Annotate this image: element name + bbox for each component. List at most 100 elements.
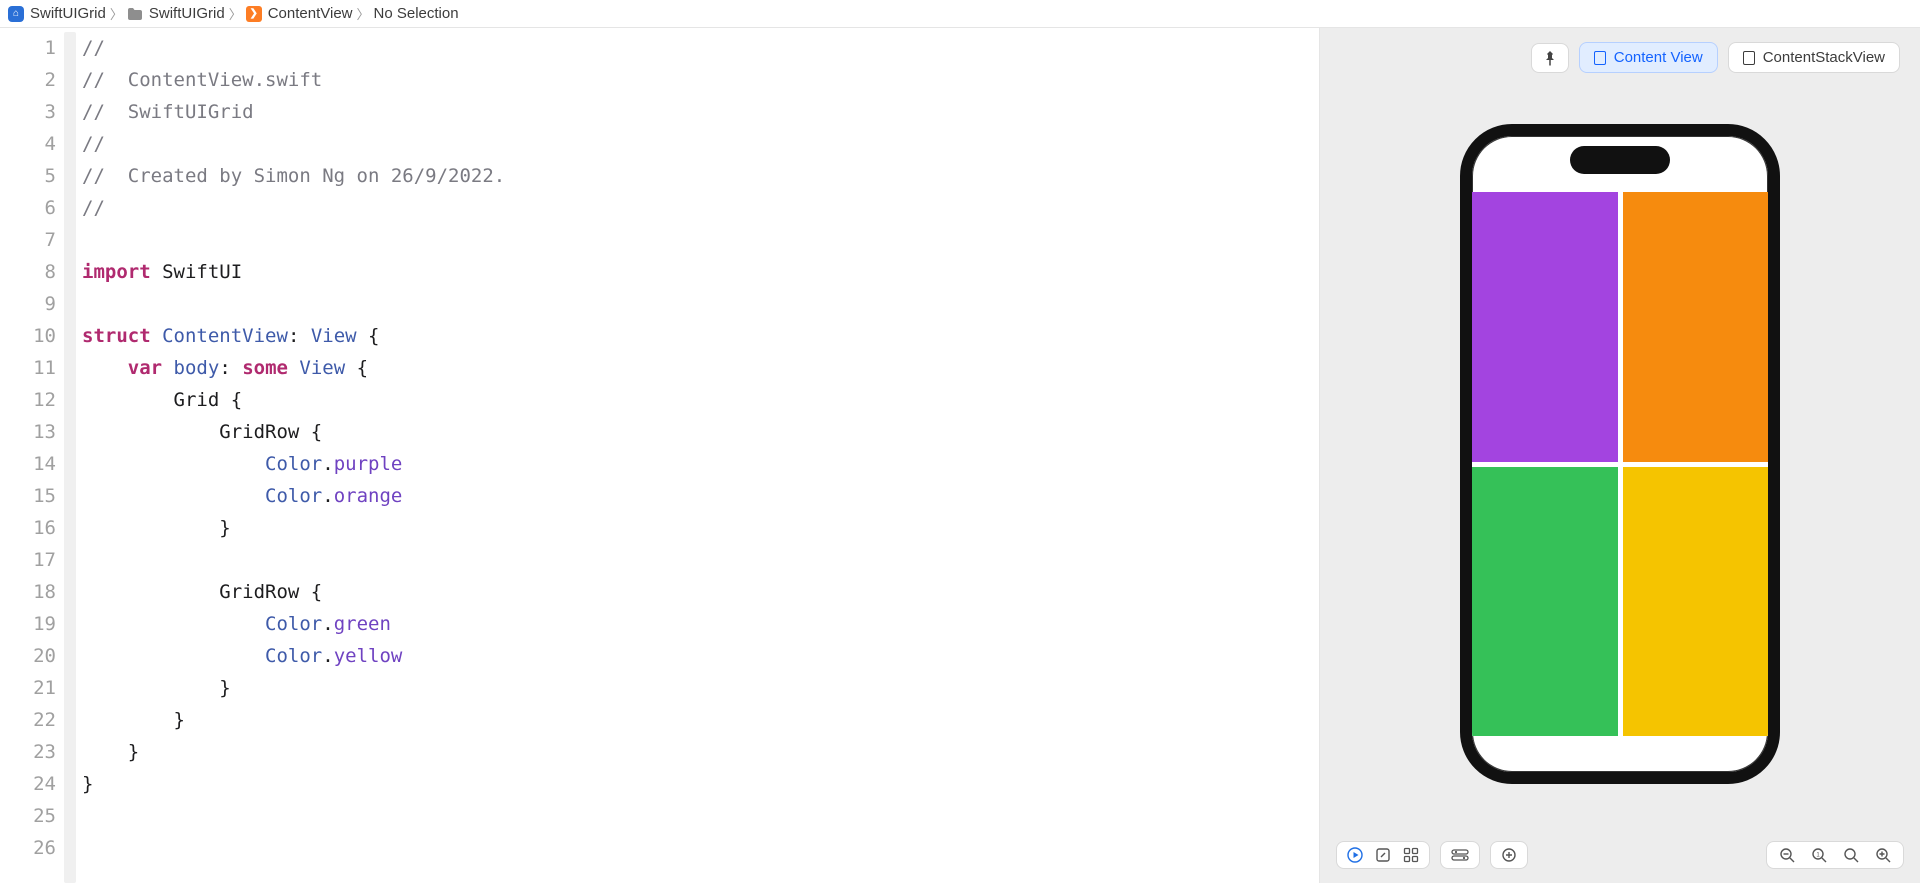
line-number: 22 <box>0 704 56 736</box>
code-line[interactable]: // Created by Simon Ng on 26/9/2022. <box>82 160 1319 192</box>
line-number: 18 <box>0 576 56 608</box>
swift-file-icon: ❯ <box>246 6 262 22</box>
line-number: 3 <box>0 96 56 128</box>
code-line[interactable]: GridRow { <box>82 576 1319 608</box>
line-number: 11 <box>0 352 56 384</box>
workspace: 1234567891011121314151617181920212223242… <box>0 28 1920 883</box>
line-number: 4 <box>0 128 56 160</box>
code-line[interactable]: Color.purple <box>82 448 1319 480</box>
breadcrumb: ⌂ SwiftUIGrid 〉 SwiftUIGrid 〉 ❯ ContentV… <box>0 0 1920 28</box>
breadcrumb-folder[interactable]: SwiftUIGrid <box>127 5 225 22</box>
preview-tab-content-stack-view[interactable]: ContentStackView <box>1728 42 1900 73</box>
line-number: 1 <box>0 32 56 64</box>
breadcrumb-file-label: ContentView <box>268 5 353 22</box>
document-icon <box>1594 51 1606 65</box>
code-line[interactable]: // ContentView.swift <box>82 64 1319 96</box>
code-line[interactable]: } <box>82 672 1319 704</box>
code-line[interactable] <box>82 800 1319 832</box>
line-number: 6 <box>0 192 56 224</box>
line-number: 14 <box>0 448 56 480</box>
code-line[interactable]: GridRow { <box>82 416 1319 448</box>
code-line[interactable]: } <box>82 512 1319 544</box>
play-icon[interactable] <box>1347 847 1363 863</box>
preview-tab-content-view[interactable]: Content View <box>1579 42 1718 73</box>
code-line[interactable]: var body: some View { <box>82 352 1319 384</box>
code-line[interactable]: // <box>82 192 1319 224</box>
device-preview-iphone[interactable] <box>1460 124 1780 784</box>
code-line[interactable]: } <box>82 736 1319 768</box>
line-number: 16 <box>0 512 56 544</box>
document-icon <box>1743 51 1755 65</box>
chevron-right-icon: 〉 <box>357 4 370 23</box>
preview-canvas: Content View ContentStackView // replace… <box>1320 28 1920 883</box>
breadcrumb-selection[interactable]: No Selection <box>374 5 459 22</box>
code-line[interactable] <box>82 832 1319 864</box>
canvas-bottom-toolbar: 1 <box>1336 841 1904 869</box>
zoom-out-icon[interactable] <box>1777 847 1797 863</box>
breadcrumb-project-label: SwiftUIGrid <box>30 5 106 22</box>
folder-icon <box>127 7 143 21</box>
line-number-gutter: 1234567891011121314151617181920212223242… <box>0 32 64 883</box>
line-number: 19 <box>0 608 56 640</box>
code-line[interactable]: // SwiftUIGrid <box>82 96 1319 128</box>
breadcrumb-project[interactable]: ⌂ SwiftUIGrid <box>8 5 106 22</box>
preview-tab-label: Content View <box>1614 49 1703 66</box>
fold-ribbon[interactable] <box>64 32 76 883</box>
grid-cell-orange <box>1623 192 1769 462</box>
preview-settings-button[interactable] <box>1490 841 1528 869</box>
breadcrumb-file[interactable]: ❯ ContentView <box>246 5 353 22</box>
line-number: 10 <box>0 320 56 352</box>
variants-icon[interactable] <box>1403 847 1419 863</box>
code-line[interactable]: } <box>82 704 1319 736</box>
pin-preview-button[interactable] <box>1531 43 1569 73</box>
zoom-in-icon[interactable] <box>1873 847 1893 863</box>
line-number: 25 <box>0 800 56 832</box>
zoom-fit-icon[interactable] <box>1841 847 1861 863</box>
code-line[interactable]: // <box>82 32 1319 64</box>
code-line[interactable]: Color.yellow <box>82 640 1319 672</box>
line-number: 12 <box>0 384 56 416</box>
line-number: 9 <box>0 288 56 320</box>
code-line[interactable]: struct ContentView: View { <box>82 320 1319 352</box>
app-icon: ⌂ <box>8 6 24 22</box>
code-line[interactable] <box>82 224 1319 256</box>
canvas-top-controls: Content View ContentStackView <box>1531 42 1900 73</box>
pin-icon <box>1542 50 1558 66</box>
selectable-mode-icon[interactable] <box>1375 847 1391 863</box>
breadcrumb-selection-label: No Selection <box>374 5 459 22</box>
preview-tab-label: ContentStackView <box>1763 49 1885 66</box>
line-number: 17 <box>0 544 56 576</box>
code-line[interactable]: import SwiftUI <box>82 256 1319 288</box>
svg-text:1: 1 <box>1816 853 1820 859</box>
code-content[interactable]: //// ContentView.swift// SwiftUIGrid////… <box>82 32 1319 883</box>
code-line[interactable]: Color.green <box>82 608 1319 640</box>
device-settings-icon <box>1451 848 1469 862</box>
line-number: 26 <box>0 832 56 864</box>
line-number: 21 <box>0 672 56 704</box>
code-editor[interactable]: 1234567891011121314151617181920212223242… <box>0 28 1320 883</box>
code-line[interactable] <box>82 288 1319 320</box>
line-number: 5 <box>0 160 56 192</box>
line-number: 13 <box>0 416 56 448</box>
line-number: 8 <box>0 256 56 288</box>
code-line[interactable]: Color.orange <box>82 480 1319 512</box>
dynamic-island <box>1570 146 1670 174</box>
code-line[interactable] <box>82 544 1319 576</box>
device-settings-button[interactable] <box>1440 841 1480 869</box>
code-line[interactable]: } <box>82 768 1319 800</box>
grid-cell-yellow <box>1623 467 1769 737</box>
chevron-right-icon: 〉 <box>229 4 242 23</box>
line-number: 24 <box>0 768 56 800</box>
code-line[interactable]: Grid { <box>82 384 1319 416</box>
zoom-actual-icon[interactable]: 1 <box>1809 847 1829 863</box>
breadcrumb-folder-label: SwiftUIGrid <box>149 5 225 22</box>
zoom-controls[interactable]: 1 <box>1766 841 1904 869</box>
preview-mode-controls[interactable] <box>1336 841 1430 869</box>
preview-grid <box>1472 192 1768 736</box>
preview-settings-icon <box>1501 847 1517 863</box>
grid-cell-purple <box>1472 192 1618 462</box>
line-number: 23 <box>0 736 56 768</box>
chevron-right-icon: 〉 <box>110 4 123 23</box>
line-number: 2 <box>0 64 56 96</box>
code-line[interactable]: // <box>82 128 1319 160</box>
